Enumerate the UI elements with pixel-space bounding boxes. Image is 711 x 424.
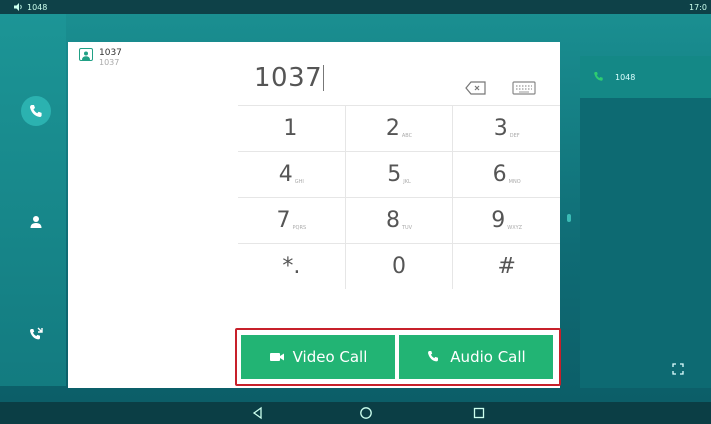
recents-icon[interactable] — [472, 406, 486, 420]
key-digit: 9 — [491, 208, 506, 233]
key-digit: 8 — [385, 208, 400, 233]
key-hash[interactable]: # — [453, 244, 560, 289]
key-letters: TUV — [401, 225, 413, 231]
rail-history-button[interactable] — [21, 319, 51, 349]
phone-icon — [594, 72, 603, 81]
key-letters: MNO — [508, 179, 521, 185]
key-letters: GHI — [294, 179, 304, 185]
key-0[interactable]: 0 — [346, 244, 454, 289]
key-digit: 0 — [392, 254, 406, 279]
line-account-label: 1048 — [615, 72, 636, 82]
key-digit: 1 — [283, 116, 298, 141]
key-digit: 2 — [385, 116, 400, 141]
contact-icon — [30, 216, 42, 228]
key-digit: # — [497, 254, 516, 279]
status-line-number: 1048 — [27, 2, 48, 12]
keypad: 1 2 ABC 3 DEF 4 GHI 5 JKL 6 MNO 7 PQRS 8 TUV 9W… — [238, 105, 560, 289]
key-7[interactable]: 7 PQRS — [238, 198, 346, 243]
contact-number: 1037 — [99, 58, 120, 67]
audio-call-button[interactable]: Audio Call — [399, 335, 553, 379]
status-time: 17:0 — [689, 2, 707, 12]
key-letters: WXYZ — [507, 225, 523, 231]
key-4[interactable]: 4 GHI — [238, 152, 346, 197]
contact-list-item[interactable]: 1037 1037 — [79, 48, 122, 68]
left-rail — [0, 14, 66, 386]
key-letters: DEF — [509, 133, 520, 139]
key-letters: PQRS — [292, 225, 307, 231]
key-digit: *. — [282, 254, 301, 279]
dialed-number: 1037 — [254, 63, 323, 93]
key-digit: 3 — [493, 116, 508, 141]
navigation-bar — [0, 402, 711, 424]
key-1[interactable]: 1 — [238, 106, 346, 151]
speaker-icon — [14, 3, 22, 11]
call-history-icon — [30, 327, 43, 340]
key-5[interactable]: 5 JKL — [346, 152, 454, 197]
right-panel — [580, 56, 711, 388]
key-6[interactable]: 6 MNO — [453, 152, 560, 197]
key-digit: 5 — [387, 162, 402, 187]
contact-name: 1037 — [99, 48, 122, 58]
key-digit: 7 — [276, 208, 291, 233]
keyboard-toggle-button[interactable] — [512, 80, 536, 95]
keypad-row: 1 2 ABC 3 DEF — [238, 105, 560, 151]
contact-avatar-icon — [79, 48, 93, 61]
phone-icon — [30, 105, 42, 117]
key-9[interactable]: 9 WXYZ — [453, 198, 560, 243]
audio-call-label: Audio Call — [450, 348, 526, 366]
key-letters: JKL — [403, 179, 411, 185]
key-3[interactable]: 3 DEF — [453, 106, 560, 151]
contacts-list: 1037 1037 — [68, 42, 238, 72]
panel-handle[interactable] — [567, 214, 571, 222]
status-bar: 1048 17:0 — [0, 0, 711, 14]
rail-contacts-button[interactable] — [21, 207, 51, 237]
key-star[interactable]: *. — [238, 244, 346, 289]
keypad-row: *. 0 # — [238, 243, 560, 289]
video-call-button[interactable]: Video Call — [241, 335, 395, 379]
keypad-row: 4 GHI 5 JKL 6 MNO — [238, 151, 560, 197]
key-8[interactable]: 8 TUV — [346, 198, 454, 243]
phone-icon — [428, 351, 439, 362]
text-cursor — [323, 65, 325, 91]
contacts-panel — [68, 42, 238, 388]
fullscreen-icon[interactable] — [672, 363, 684, 375]
status-line: 1048 — [14, 3, 47, 12]
rail-phone-button[interactable] — [21, 96, 51, 126]
key-digit: 6 — [492, 162, 507, 187]
key-letters: ABC — [401, 133, 413, 139]
keypad-row: 7 PQRS 8 TUV 9 WXYZ — [238, 197, 560, 243]
backspace-icon — [465, 81, 486, 95]
video-camera-icon — [269, 353, 284, 361]
key-2[interactable]: 2 ABC — [346, 106, 454, 151]
keyboard-icon — [512, 81, 536, 95]
back-icon[interactable] — [251, 406, 265, 420]
home-icon[interactable] — [359, 406, 373, 420]
video-call-label: Video Call — [292, 348, 368, 366]
line-account-item[interactable]: 1048 — [580, 56, 711, 98]
backspace-button[interactable] — [465, 80, 487, 95]
key-digit: 4 — [278, 162, 293, 187]
